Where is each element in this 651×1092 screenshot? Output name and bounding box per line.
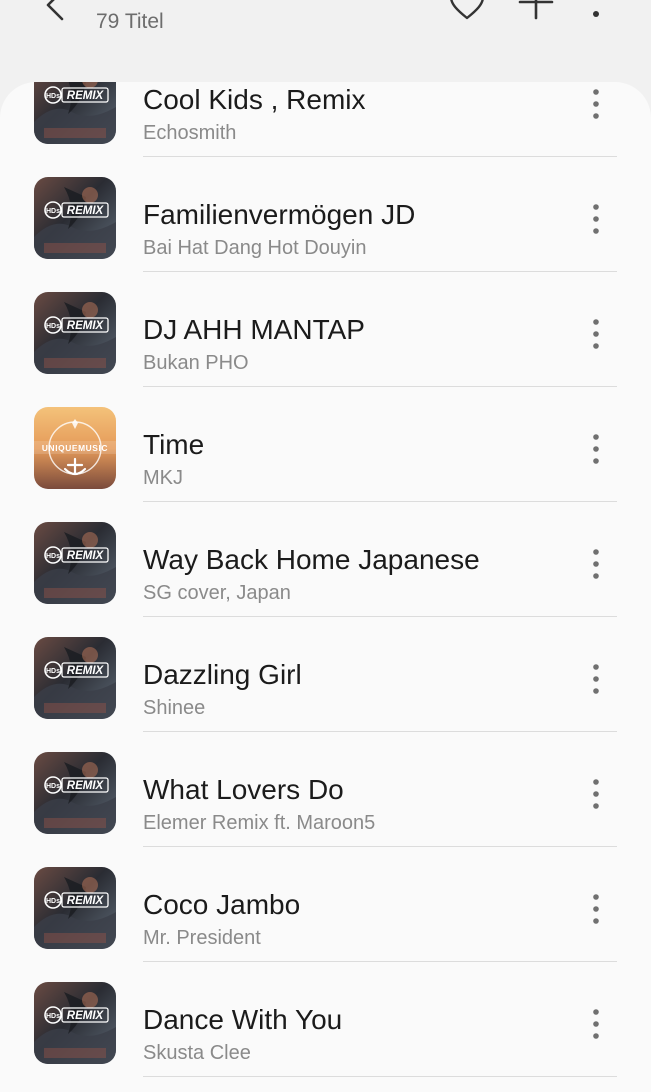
track-more-button[interactable]	[580, 776, 612, 812]
album-art: UNIQUEMUSIC	[34, 407, 116, 489]
more-vertical-icon	[593, 1009, 599, 1039]
track-title: Way Back Home Japanese	[143, 544, 480, 575]
track-row[interactable]: HDs REMIX What Lovers Do Elemer Remix ft…	[0, 732, 651, 847]
remix-badge-text: HDs	[46, 783, 60, 790]
track-row[interactable]: HDs REMIX Dazzling Girl Shinee	[0, 617, 651, 732]
track-title: Cool Kids , Remix	[143, 84, 366, 115]
track-artist: Shinee	[143, 697, 206, 719]
more-vertical-icon	[593, 894, 599, 924]
track-artist: Mr. President	[143, 927, 261, 949]
track-row[interactable]: HDs REMIX Cool Kids , Remix Echosmith	[0, 82, 651, 157]
track-row[interactable]: HDs REMIX Familienvermögen JD Bai Hat Da…	[0, 157, 651, 272]
remix-badge-text: HDs	[46, 208, 60, 215]
back-arrow-icon	[46, 0, 64, 21]
top-app-bar: 79 Titel	[0, 0, 651, 82]
album-art: HDs REMIX	[34, 82, 116, 144]
album-art: HDs REMIX	[34, 982, 116, 1064]
track-title: Coco Jambo	[143, 889, 301, 920]
album-art: HDs REMIX	[34, 752, 116, 834]
more-vertical-icon	[593, 549, 599, 579]
track-more-button[interactable]	[580, 661, 612, 697]
track-title: Familienvermögen JD	[143, 199, 416, 230]
track-row[interactable]: UNIQUEMUSIC Time MKJ	[0, 387, 651, 502]
unique-label-text: UNIQUEMUSIC	[42, 443, 108, 453]
track-more-button[interactable]	[580, 546, 612, 582]
track-more-button[interactable]	[580, 891, 612, 927]
favorite-button[interactable]	[445, 0, 489, 26]
album-art: HDs REMIX	[34, 867, 116, 949]
track-count: 79 Titel	[96, 10, 164, 33]
remix-label-text: REMIX	[67, 895, 105, 907]
album-art: HDs REMIX	[34, 177, 116, 259]
more-options-button[interactable]	[574, 0, 618, 26]
remix-label-text: REMIX	[67, 205, 105, 217]
remix-badge-text: HDs	[46, 93, 60, 100]
more-vertical-icon	[593, 204, 599, 234]
track-list-sheet: HDs REMIX Cool Kids , Remix Echosmith HD…	[0, 82, 651, 1092]
plus-icon	[518, 0, 554, 20]
track-title: What Lovers Do	[143, 774, 344, 805]
remix-label-text: REMIX	[67, 320, 105, 332]
track-more-button[interactable]	[580, 201, 612, 237]
more-vertical-icon	[593, 89, 599, 119]
track-row[interactable]: HDs REMIX Way Back Home Japanese SG cove…	[0, 502, 651, 617]
remix-badge-text: HDs	[46, 553, 60, 560]
remix-label-text: REMIX	[67, 780, 105, 792]
remix-label-text: REMIX	[67, 550, 105, 562]
album-art: HDs REMIX	[34, 292, 116, 374]
track-artist: Elemer Remix ft. Maroon5	[143, 812, 376, 834]
album-art: HDs REMIX	[34, 522, 116, 604]
back-button[interactable]	[30, 0, 80, 30]
track-artist: Bai Hat Dang Hot Douyin	[143, 237, 367, 259]
remix-badge-text: HDs	[46, 668, 60, 675]
remix-label-text: REMIX	[67, 665, 105, 677]
track-title: Dance With You	[143, 1004, 343, 1035]
track-more-button[interactable]	[580, 86, 612, 122]
track-more-button[interactable]	[580, 1006, 612, 1042]
track-more-button[interactable]	[580, 431, 612, 467]
track-artist: MKJ	[143, 467, 183, 489]
track-artist: Bukan PHO	[143, 352, 249, 374]
add-button[interactable]	[514, 0, 558, 26]
more-vertical-icon	[593, 319, 599, 349]
track-title: Dazzling Girl	[143, 659, 302, 690]
more-vertical-icon	[593, 779, 599, 809]
track-title: Time	[143, 429, 205, 460]
track-row[interactable]: HDs REMIX Coco Jambo Mr. President	[0, 847, 651, 962]
track-list: HDs REMIX Cool Kids , Remix Echosmith HD…	[0, 82, 651, 1077]
remix-badge-text: HDs	[46, 1013, 60, 1020]
track-title: DJ AHH MANTAP	[143, 314, 365, 345]
remix-badge-text: HDs	[46, 898, 60, 905]
album-art: HDs REMIX	[34, 637, 116, 719]
track-artist: SG cover, Japan	[143, 582, 291, 604]
row-divider	[143, 1076, 617, 1077]
remix-badge-text: HDs	[46, 323, 60, 330]
more-vertical-icon	[593, 664, 599, 694]
track-row[interactable]: HDs REMIX DJ AHH MANTAP Bukan PHO	[0, 272, 651, 387]
remix-label-text: REMIX	[67, 90, 105, 102]
more-vertical-icon	[593, 434, 599, 464]
more-vertical-icon	[593, 11, 599, 17]
track-artist: Echosmith	[143, 122, 237, 144]
heart-icon	[450, 0, 484, 20]
track-artist: Skusta Clee	[143, 1042, 251, 1064]
track-more-button[interactable]	[580, 316, 612, 352]
track-row[interactable]: HDs REMIX Dance With You Skusta Clee	[0, 962, 651, 1077]
remix-label-text: REMIX	[67, 1010, 105, 1022]
